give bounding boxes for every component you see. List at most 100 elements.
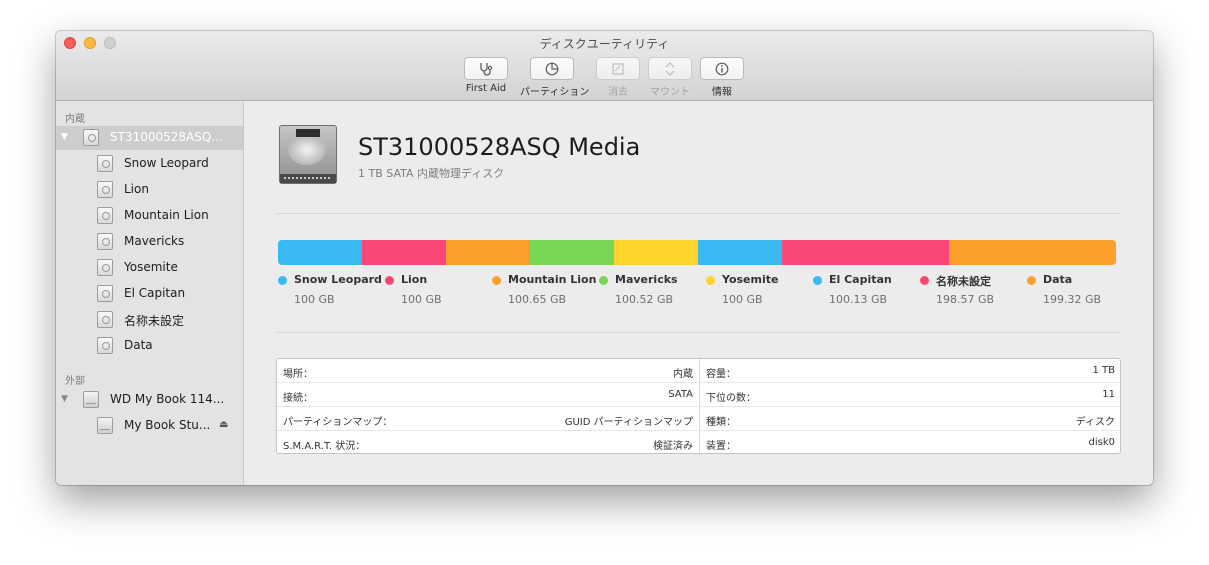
volume-icon — [97, 311, 113, 328]
partition-button[interactable]: パーティション — [520, 57, 590, 98]
legend-name: Lion — [401, 273, 428, 286]
info-column-left: 場所： 内蔵 接続： SATA パーティションマップ： GUID パーティション… — [277, 359, 698, 453]
info-key: パーティションマップ： — [283, 417, 393, 428]
info-key: 接続： — [283, 393, 313, 404]
sidebar-item-label: Mountain Lion — [124, 208, 209, 222]
sidebar-item-volume[interactable]: Data — [56, 334, 243, 358]
internal-section-label: 内蔵 — [65, 114, 85, 125]
info-label: 情報 — [712, 87, 732, 98]
info-row: 種類： ディスク — [700, 407, 1120, 431]
disk-title: ST31000528ASQ Media — [358, 133, 641, 161]
title-bar: ディスクユーティリティ First Aid パーティション 消去 マウント 情報 — [56, 31, 1153, 101]
info-value: 内蔵 — [673, 369, 693, 380]
volume-icon — [97, 259, 113, 276]
disclosure-triangle-icon[interactable]: ▼ — [61, 394, 68, 404]
legend-name: El Capitan — [829, 273, 892, 286]
partition-segment[interactable] — [782, 240, 949, 265]
sidebar-item-volume[interactable]: 名称未設定 — [56, 308, 243, 332]
info-value: GUID パーティションマップ — [564, 417, 693, 428]
partition-segment[interactable] — [445, 240, 531, 265]
divider — [276, 213, 1121, 214]
volume-icon — [97, 337, 113, 354]
legend-size: 100 GB — [722, 293, 763, 306]
volume-icon — [97, 155, 113, 172]
info-key: 装置： — [706, 441, 736, 452]
sidebar-item-external-volume[interactable]: My Book Stu... ⏏ — [56, 414, 243, 438]
partition-segment[interactable] — [361, 240, 446, 265]
sidebar-item-internal-disk[interactable]: ▼ ST31000528ASQ... — [56, 126, 243, 150]
info-row: S.M.A.R.T. 状況： 検証済み — [277, 431, 698, 455]
eject-icon[interactable]: ⏏ — [219, 419, 228, 430]
legend-name: Mountain Lion — [508, 273, 597, 286]
partition-label: パーティション — [520, 87, 590, 98]
partition-icon — [530, 57, 574, 80]
legend-size: 100 GB — [401, 293, 442, 306]
mount-icon — [648, 57, 692, 80]
legend-color-dot — [385, 276, 394, 285]
disk-info-table: 場所： 内蔵 接続： SATA パーティションマップ： GUID パーティション… — [276, 358, 1121, 454]
partition-segment[interactable] — [698, 240, 783, 265]
legend-name: Data — [1043, 273, 1073, 286]
info-value: SATA — [668, 389, 693, 400]
partition-segment[interactable] — [278, 240, 362, 265]
legend-name: Mavericks — [615, 273, 678, 286]
sidebar-item-label: El Capitan — [124, 286, 186, 300]
volume-icon — [97, 285, 113, 302]
first-aid-label: First Aid — [465, 83, 507, 94]
volume-icon — [97, 233, 113, 250]
info-value: disk0 — [1088, 437, 1116, 448]
sidebar-item-volume[interactable]: Snow Leopard — [56, 152, 243, 176]
legend-color-dot — [920, 276, 929, 285]
info-row: パーティションマップ： GUID パーティションマップ — [277, 407, 698, 431]
sidebar-item-volume[interactable]: Mavericks — [56, 230, 243, 254]
info-row: 下位の数： 11 — [700, 383, 1120, 407]
sidebar-item-label: My Book Stu... — [124, 418, 211, 432]
info-icon — [700, 57, 744, 80]
disk-utility-window: ディスクユーティリティ First Aid パーティション 消去 マウント 情報… — [56, 31, 1153, 485]
sidebar-item-volume[interactable]: Mountain Lion — [56, 204, 243, 228]
legend-size: 100 GB — [294, 293, 335, 306]
sidebar-item-label: ST31000528ASQ... — [110, 130, 223, 144]
stethoscope-icon — [464, 57, 508, 80]
sidebar-item-volume[interactable]: Yosemite — [56, 256, 243, 280]
info-row: 装置： disk0 — [700, 431, 1120, 455]
partition-segment[interactable] — [614, 240, 699, 265]
info-value: 11 — [1102, 389, 1115, 400]
partition-segment[interactable] — [948, 240, 1116, 265]
legend-color-dot — [706, 276, 715, 285]
disclosure-triangle-icon[interactable]: ▼ — [61, 132, 68, 142]
sidebar: 内蔵 ▼ ST31000528ASQ... Snow Leopard Lion … — [56, 101, 244, 485]
legend-size: 100.13 GB — [829, 293, 888, 306]
info-key: 容量： — [706, 369, 736, 380]
info-value: 検証済み — [653, 441, 693, 452]
legend-color-dot — [278, 276, 287, 285]
legend-size: 198.57 GB — [936, 293, 995, 306]
info-key: S.M.A.R.T. 状況： — [283, 441, 366, 452]
external-section-label: 外部 — [65, 376, 85, 387]
hard-disk-icon — [83, 129, 99, 146]
legend-color-dot — [492, 276, 501, 285]
main-panel: ST31000528ASQ Media 1 TB SATA 内蔵物理ディスク S… — [244, 101, 1153, 485]
partition-segment[interactable] — [530, 240, 615, 265]
legend-size: 199.32 GB — [1043, 293, 1102, 306]
info-value: 1 TB — [1092, 365, 1115, 376]
info-row: 接続： SATA — [277, 383, 698, 407]
sidebar-item-external-disk[interactable]: ▼ WD My Book 114... — [56, 388, 243, 412]
legend-color-dot — [813, 276, 822, 285]
hard-disk-image — [279, 125, 337, 184]
sidebar-item-volume[interactable]: Lion — [56, 178, 243, 202]
legend-name: Yosemite — [722, 273, 779, 286]
legend-size: 100.52 GB — [615, 293, 674, 306]
divider — [276, 332, 1121, 333]
info-button[interactable]: 情報 — [690, 57, 754, 98]
first-aid-button[interactable]: First Aid — [454, 57, 518, 94]
info-key: 場所： — [283, 369, 313, 380]
external-volume-icon — [97, 417, 113, 434]
info-key: 下位の数： — [706, 393, 756, 404]
info-row: 容量： 1 TB — [700, 359, 1120, 383]
sidebar-item-volume[interactable]: El Capitan — [56, 282, 243, 306]
legend-name: 名称未設定 — [936, 275, 991, 288]
disk-subtitle: 1 TB SATA 内蔵物理ディスク — [358, 167, 505, 180]
partition-usage-bar — [278, 240, 1116, 265]
volume-icon — [97, 181, 113, 198]
